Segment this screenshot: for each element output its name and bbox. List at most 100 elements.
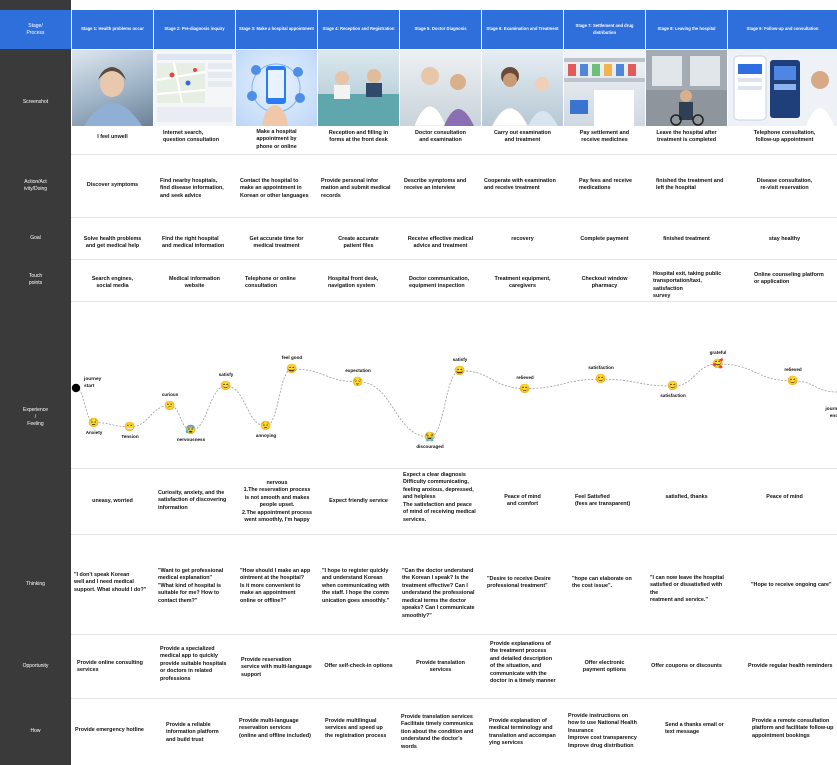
stage-header-3: Stage 3: Make a hospital appointment: [236, 10, 317, 49]
touchpoint-cell-1: Search engines, social media: [91, 276, 134, 290]
emotion-label: grateful: [709, 349, 727, 355]
feeling-cell-2: Curiosity, anxiety, and the satisfaction…: [158, 490, 227, 511]
screenshot-caption-2: Internet search, question consultation: [163, 130, 220, 144]
stage-header-7: Stage 7: Settlement and drug distributio…: [564, 10, 645, 49]
emotion-emoji-icon: 😟: [88, 417, 100, 428]
emotion-label: discouraged: [416, 444, 444, 449]
touchpoint-cell-5: Doctor communication, equipment inspecti…: [409, 276, 470, 290]
screenshot-image-1: [72, 50, 153, 126]
journey-start-label: journey start: [84, 377, 102, 389]
row-label-thinking: Thinking: [26, 580, 45, 587]
phone-appointment-image: [247, 63, 305, 126]
goal-cell-8: finished treatment: [663, 236, 710, 242]
row-label-touchpoints: Touch points: [28, 273, 43, 286]
emotion-emoji-icon: 😊: [787, 375, 799, 386]
opportunity-cell-9: Provide regular health reminders: [748, 663, 833, 669]
action-cell-2: Find nearby hospitals, find disease info…: [160, 178, 224, 199]
action-cell-8: finished the treatment and left the hosp…: [656, 178, 724, 192]
thinking-cell-9: "Hope to receive ongoing care": [751, 582, 832, 588]
row-divider: [71, 634, 837, 635]
feeling-cell-1: uneasy, worried: [92, 498, 133, 504]
thinking-cell-1: "I don't speak Korean well and I need me…: [74, 572, 147, 593]
action-cell-9: Disease consultation, re-visit reservati…: [756, 178, 813, 192]
goal-cell-5: Receive effective medical advice and tre…: [407, 236, 474, 250]
emotion-label: satisfaction: [588, 365, 614, 371]
goal-cell-4: Create accurate patient files: [338, 236, 379, 250]
emotion-label: feel good: [281, 355, 303, 360]
emotion-label: Anxiety: [85, 429, 103, 435]
stage-header-5: Stage 5: Doctor Diagnosis: [400, 10, 481, 49]
action-cell-4: Provide personal infor mation and submit…: [321, 178, 391, 199]
front-desk-image: [318, 69, 399, 126]
stage-header-4: Stage 4: Reception and Registration: [318, 10, 399, 49]
screenshot-caption-7: Pay settlement and receive medicines: [579, 130, 630, 144]
how-cell-4: Provide multilingual services and speed …: [325, 718, 387, 739]
opportunity-cell-5: Provide translation services: [416, 660, 465, 674]
emotion-emoji-icon: 😊: [519, 383, 531, 394]
stage-header-2: Stage 2: Pre-diagnosis inquiry: [154, 10, 235, 49]
hospital-exit-image: [646, 50, 727, 126]
screenshot-caption-5: Doctor consultation and examination: [415, 130, 466, 144]
opportunity-cell-4: Offer self-check-in options: [324, 663, 393, 669]
screenshot-image-7: [564, 50, 645, 126]
emotion-emoji-icon: 😟: [260, 420, 272, 431]
goal-cell-2: Find the right hospital and medical info…: [162, 236, 225, 250]
examination-image: [491, 67, 558, 126]
how-cell-8: Send a thanks email or text message: [665, 722, 724, 736]
touchpoint-cell-8: Hospital exit, taking public transportat…: [653, 271, 722, 300]
row-divider: [71, 154, 837, 155]
emotion-label: curious: [161, 391, 179, 397]
opportunity-cell-3: Provide reservation service with multi-l…: [241, 657, 312, 678]
touchpoint-cell-7: Checkout window pharmacy: [581, 276, 628, 290]
map-search-image: [156, 54, 232, 122]
opportunity-cell-8: Offer coupons or discounts: [651, 663, 722, 669]
doctor-consultation-image: [413, 67, 474, 126]
touchpoint-cell-6: Treatment equipment, caregivers: [494, 276, 551, 290]
journey-start-dot: [71, 383, 81, 393]
emotion-emoji-icon: 😕: [164, 400, 176, 411]
action-cell-6: Cooperate with examination and receive t…: [484, 178, 556, 192]
action-cell-7: Pay fees and receive medications: [579, 178, 633, 192]
emotion-label: satisfy: [218, 372, 234, 377]
feeling-cell-9: Peace of mind: [766, 494, 803, 500]
goal-cell-7: Complete payment: [580, 236, 629, 242]
row-divider: [71, 468, 837, 469]
goal-cell-3: Get accurate time for medical treatment: [249, 236, 304, 250]
row-label-how: How: [30, 728, 41, 735]
emotion-emoji-icon: 🥰: [712, 358, 724, 369]
action-cell-3: Contact the hospital to make an appointm…: [240, 178, 309, 199]
how-cell-5: Provide translation services Facilitate …: [401, 714, 474, 750]
opportunity-cell-1: Provide online consulting services: [77, 660, 143, 674]
opportunity-cell-7: Offer electronic payment options: [582, 660, 627, 674]
feeling-cell-7: Feel Satisfied (fees are transparent): [575, 494, 631, 508]
goal-cell-1: Solve health problems and get medical he…: [83, 236, 142, 250]
feeling-cell-8: satisfied, thanks: [665, 494, 708, 500]
person-in-blanket-image: [84, 67, 142, 126]
action-cell-1: Discover symptoms: [86, 182, 139, 188]
followup-app-image: [733, 55, 834, 126]
stage-header-6: Stage 6: Examination and Treatment: [482, 10, 563, 49]
stage-header-1: Stage 1: Health problems occur: [72, 10, 153, 49]
emotion-label: expectation: [345, 367, 371, 373]
row-divider: [71, 534, 837, 535]
emotion-emoji-icon: 😬: [124, 421, 136, 432]
row-label-opportunity: Opportunity: [22, 662, 49, 669]
screenshot-caption-3: Make a hospital appointment by phone or …: [256, 129, 297, 150]
row-label-screenshot: Screenshot: [22, 98, 49, 105]
screenshot-caption-1: I feel unwell: [97, 134, 128, 140]
emotion-label: Tension: [121, 433, 139, 439]
row-divider: [71, 217, 837, 218]
emotion-emoji-icon: 😌: [352, 376, 364, 387]
screenshot-caption-8: Leave the hospital after treatment is co…: [656, 130, 717, 144]
row-label-stage: Stage/ Process: [26, 22, 45, 36]
how-cell-3: Provide multi-language reservation servi…: [239, 718, 311, 739]
emotion-label: satisfy: [452, 356, 468, 362]
emotion-label: nervousness: [176, 437, 206, 443]
screenshot-caption-9: Telephone consultation, follow-up appoin…: [753, 130, 816, 144]
feeling-cell-6: Peace of mind and comfort: [504, 494, 541, 508]
touchpoint-cell-3: Telephone or online consultation: [245, 276, 296, 290]
feeling-cell-5: Expect a clear diagnosis Difficulty comm…: [403, 472, 476, 523]
how-cell-2: Provide a reliable information platform …: [166, 722, 219, 743]
row-label-experience: Experience / Feeling: [22, 407, 48, 427]
emotion-emoji-icon: 😊: [595, 373, 607, 384]
